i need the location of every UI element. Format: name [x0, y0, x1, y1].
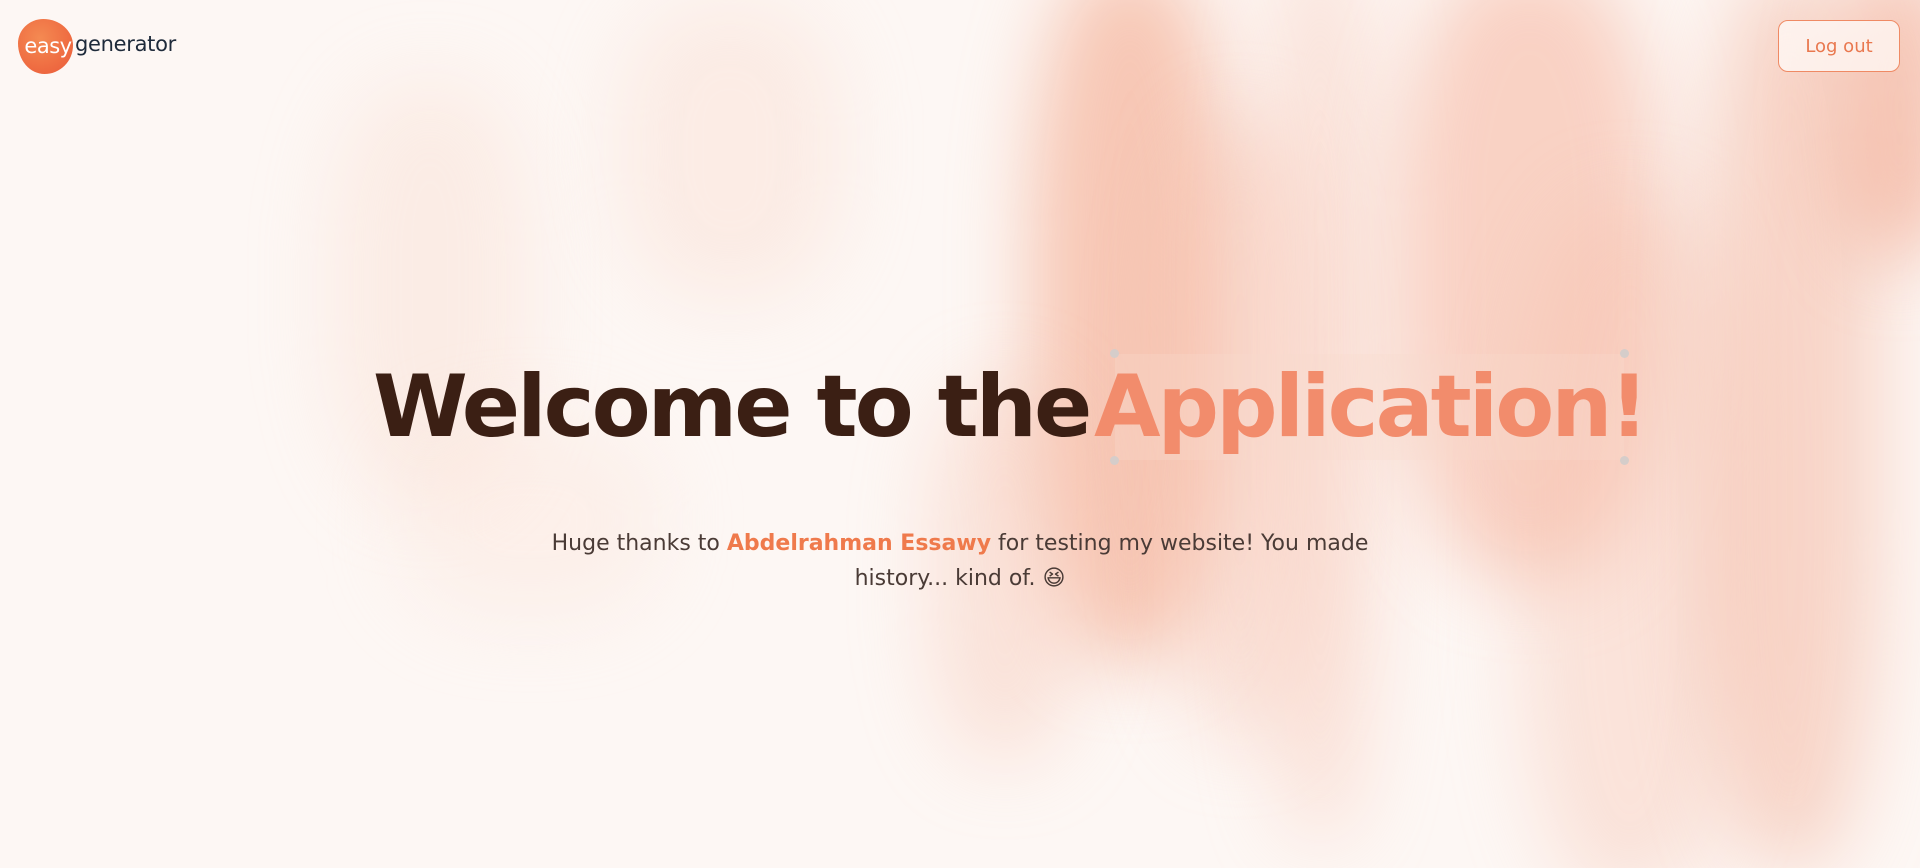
logo[interactable]: easy generator	[18, 19, 176, 74]
title-accent-text: Application!	[1093, 357, 1649, 457]
tester-name: Abdelrahman Essawy	[726, 531, 992, 556]
page-title: Welcome to the Application!	[373, 349, 1649, 465]
logout-button[interactable]: Log out	[1778, 20, 1900, 72]
logo-badge: easy	[18, 19, 73, 74]
subtitle-prefix: Huge thanks to	[551, 531, 727, 556]
subtitle: Huge thanks to Abdelrahman Essawy for te…	[530, 526, 1390, 596]
logo-wordmark: generator	[75, 31, 176, 56]
title-accent-selection: Application!	[1094, 349, 1649, 465]
title-main-text: Welcome to the	[373, 357, 1092, 457]
logo-badge-text: easy	[24, 33, 72, 58]
